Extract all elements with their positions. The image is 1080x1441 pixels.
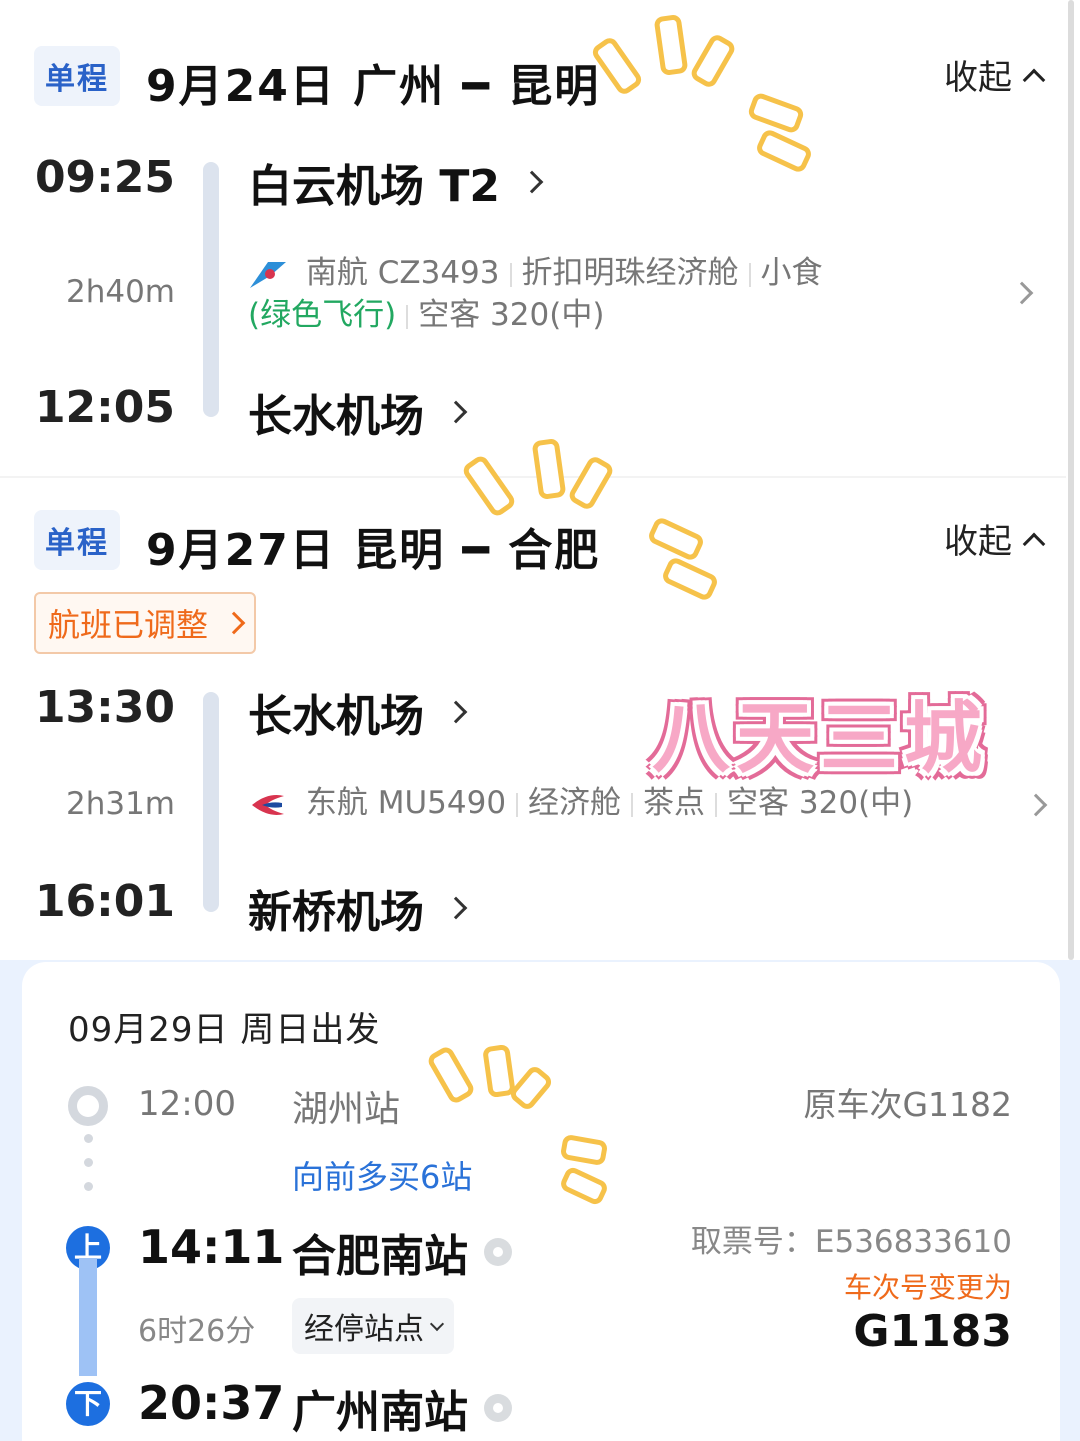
train-duration: 6时26分 xyxy=(138,1314,256,1349)
train-changed-note: 车次号变更为 xyxy=(843,1271,1012,1304)
chevron-up-icon xyxy=(1022,532,1046,555)
arrival-airport: 长水机场 xyxy=(248,391,424,442)
collapse-label: 收起 xyxy=(944,522,1012,562)
chevron-right-icon xyxy=(222,611,246,635)
chevron-right-icon xyxy=(444,400,468,424)
cabin-class: 折扣明珠经济舱 xyxy=(521,255,739,291)
chevron-right-icon[interactable] xyxy=(1010,281,1034,305)
aircraft-type: 空客 320(中) xyxy=(418,297,605,333)
origin-station-icon xyxy=(68,1086,108,1126)
board-station-link[interactable]: 合肥南站 xyxy=(292,1220,512,1284)
flight-detail[interactable]: 东航 MU5490 经济舱 茶点 空客 320(中) xyxy=(248,782,913,824)
alight-badge: 下 xyxy=(66,1382,110,1426)
arrival-airport: 新桥机场 xyxy=(248,887,424,938)
departure-airport-link[interactable]: 白云机场 T2 xyxy=(248,150,544,214)
board-time: 14:11 xyxy=(138,1220,285,1274)
route-dot xyxy=(84,1158,93,1167)
flight-number: 东航 MU5490 xyxy=(305,785,507,821)
scrollbar[interactable] xyxy=(1068,0,1074,960)
chevron-down-icon xyxy=(429,1316,445,1332)
alight-station-link[interactable]: 广州南站 xyxy=(292,1376,512,1440)
china-eastern-logo-icon xyxy=(252,794,284,815)
alight-time: 20:37 xyxy=(138,1376,285,1430)
route-dot xyxy=(84,1182,93,1191)
flight-adjusted-button[interactable]: 航班已调整 xyxy=(34,592,257,654)
flight-adjusted-label: 航班已调整 xyxy=(48,606,209,644)
green-flight-label: (绿色飞行) xyxy=(248,297,397,333)
timeline-line xyxy=(203,162,219,417)
arrival-time: 12:05 xyxy=(34,382,175,433)
route-dot xyxy=(84,1134,93,1143)
origin-station: 湖州站 xyxy=(292,1089,401,1130)
alight-station: 广州南站 xyxy=(292,1387,468,1438)
one-way-tag: 单程 xyxy=(34,46,120,106)
departure-time: 09:25 xyxy=(34,152,175,203)
flight-duration: 2h40m xyxy=(65,274,175,310)
buy-ahead-link[interactable]: 向前多买6站 xyxy=(292,1152,472,1198)
original-train-number: 原车次G1182 xyxy=(803,1085,1012,1124)
departure-airport: 长水机场 xyxy=(248,691,424,742)
arrival-airport-link[interactable]: 长水机场 xyxy=(248,380,468,444)
one-way-tag: 单程 xyxy=(34,510,120,570)
departure-airport: 白云机场 T2 xyxy=(248,161,500,212)
chevron-right-icon xyxy=(444,896,468,920)
departure-date: 09月29日 周日出发 xyxy=(68,1010,381,1050)
meal-info: 茶点 xyxy=(643,785,706,821)
cabin-class: 经济舱 xyxy=(528,785,622,821)
meal-info: 小食 xyxy=(760,255,823,291)
collapse-button[interactable]: 收起 xyxy=(944,50,1046,99)
flight-route-title: 9月27日 昆明 ━ 合肥 xyxy=(146,525,601,576)
flight-number: 南航 CZ3493 xyxy=(305,255,500,291)
chevron-up-icon xyxy=(1022,68,1046,91)
aircraft-type: 空客 320(中) xyxy=(727,785,914,821)
ticket-number: 取票号：E536833610 xyxy=(690,1224,1012,1260)
location-pin-icon xyxy=(484,1238,512,1266)
chevron-right-icon xyxy=(520,170,544,194)
china-southern-logo-icon xyxy=(250,261,286,288)
train-card-background: 09月29日 周日出发 12:00 湖州站 原车次G1182 向前多买6站 上 … xyxy=(0,960,1080,1441)
flight-route-title: 9月24日 广州 ━ 昆明 xyxy=(146,61,601,112)
arrival-time: 16:01 xyxy=(34,876,175,927)
flight-detail[interactable]: 南航 CZ3493 折扣明珠经济舱 小食 (绿色飞行) 空客 320(中) xyxy=(248,252,823,336)
stops-dropdown[interactable]: 经停站点 xyxy=(292,1298,454,1354)
collapse-button[interactable]: 收起 xyxy=(944,514,1046,563)
departure-time: 13:30 xyxy=(34,682,175,733)
flight-card-1: 单程 9月24日 广州 ━ 昆明 收起 09:25 白云机场 T2 2h40m … xyxy=(0,0,1066,478)
route-bar xyxy=(79,1258,97,1376)
sticker-text: 八天三城 xyxy=(652,694,989,784)
timeline-line xyxy=(203,692,219,912)
departure-airport-link[interactable]: 长水机场 xyxy=(248,680,468,744)
stops-label: 经停站点 xyxy=(304,1312,424,1347)
arrival-airport-link[interactable]: 新桥机场 xyxy=(248,876,468,940)
origin-time: 12:00 xyxy=(138,1084,236,1124)
board-station: 合肥南站 xyxy=(292,1231,468,1282)
chevron-right-icon xyxy=(444,700,468,724)
collapse-label: 收起 xyxy=(944,58,1012,98)
new-train-number: G1183 xyxy=(853,1306,1012,1357)
train-card: 09月29日 周日出发 12:00 湖州站 原车次G1182 向前多买6站 上 … xyxy=(22,962,1060,1441)
location-pin-icon xyxy=(484,1394,512,1422)
flight-duration: 2h31m xyxy=(65,786,175,822)
